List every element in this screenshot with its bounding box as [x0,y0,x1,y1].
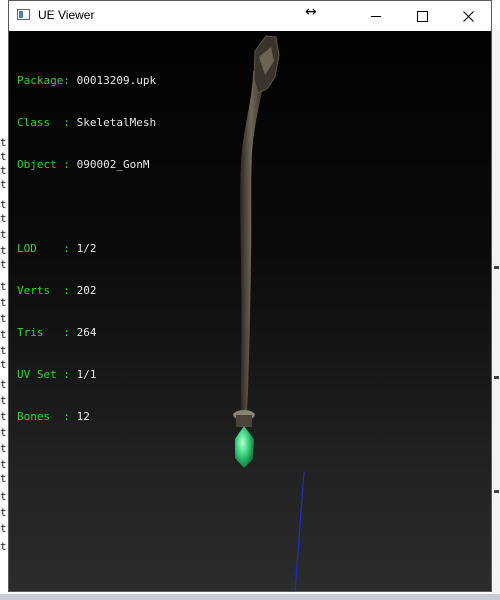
background-glyph: t [0,164,7,177]
background-glyph: t [0,280,7,293]
background-glyph: t [0,442,7,455]
background-glyph: t [0,328,7,341]
staff-collar-band [236,415,252,427]
maximize-icon [416,10,428,22]
taskbar-edge [0,594,500,600]
title-bar[interactable]: UE Viewer ↔ [9,1,491,31]
background-glyph: t [0,358,7,371]
background-desktop-right [492,30,500,600]
background-glyph: t [0,378,7,391]
background-glyph: t [0,296,7,309]
app-icon [17,9,30,20]
background-glyph: t [0,244,7,257]
background-mark [494,266,499,269]
window-title: UE Viewer [38,8,95,22]
minimize-icon [371,15,381,17]
background-glyph: t [0,458,7,471]
staff-gem [235,426,254,468]
background-glyph: t [0,506,7,519]
background-glyph: t [0,136,7,149]
background-glyph: t [0,344,7,357]
resize-cursor-icon: ↔ [305,4,317,20]
background-glyph: t [0,426,7,439]
maximize-button[interactable] [399,1,445,31]
background-glyph: t [0,522,7,535]
background-glyph: t [0,540,7,553]
close-button[interactable] [445,1,491,31]
background-glyph: t [0,312,7,325]
background-glyph: t [0,410,7,423]
background-glyph: t [0,150,7,163]
background-glyph: t [0,228,7,241]
close-icon [462,10,474,22]
background-glyph: t [0,490,7,503]
background-glyph: t [0,258,7,271]
background-glyph: t [0,178,7,191]
background-glyph: t [0,394,7,407]
minimize-button[interactable] [353,1,399,31]
axis-line [294,471,305,591]
ue-viewer-window: UE Viewer ↔ Package: 00013209.upk Class … [8,0,492,592]
mesh-render [233,35,305,591]
staff-shaft [240,71,265,414]
background-glyph: t [0,212,7,225]
background-glyph: t [0,198,7,211]
render-viewport[interactable]: Package: 00013209.upk Class : SkeletalMe… [9,31,491,591]
background-mark [494,376,499,379]
background-glyph: t [0,472,7,485]
background-mark [494,490,499,493]
